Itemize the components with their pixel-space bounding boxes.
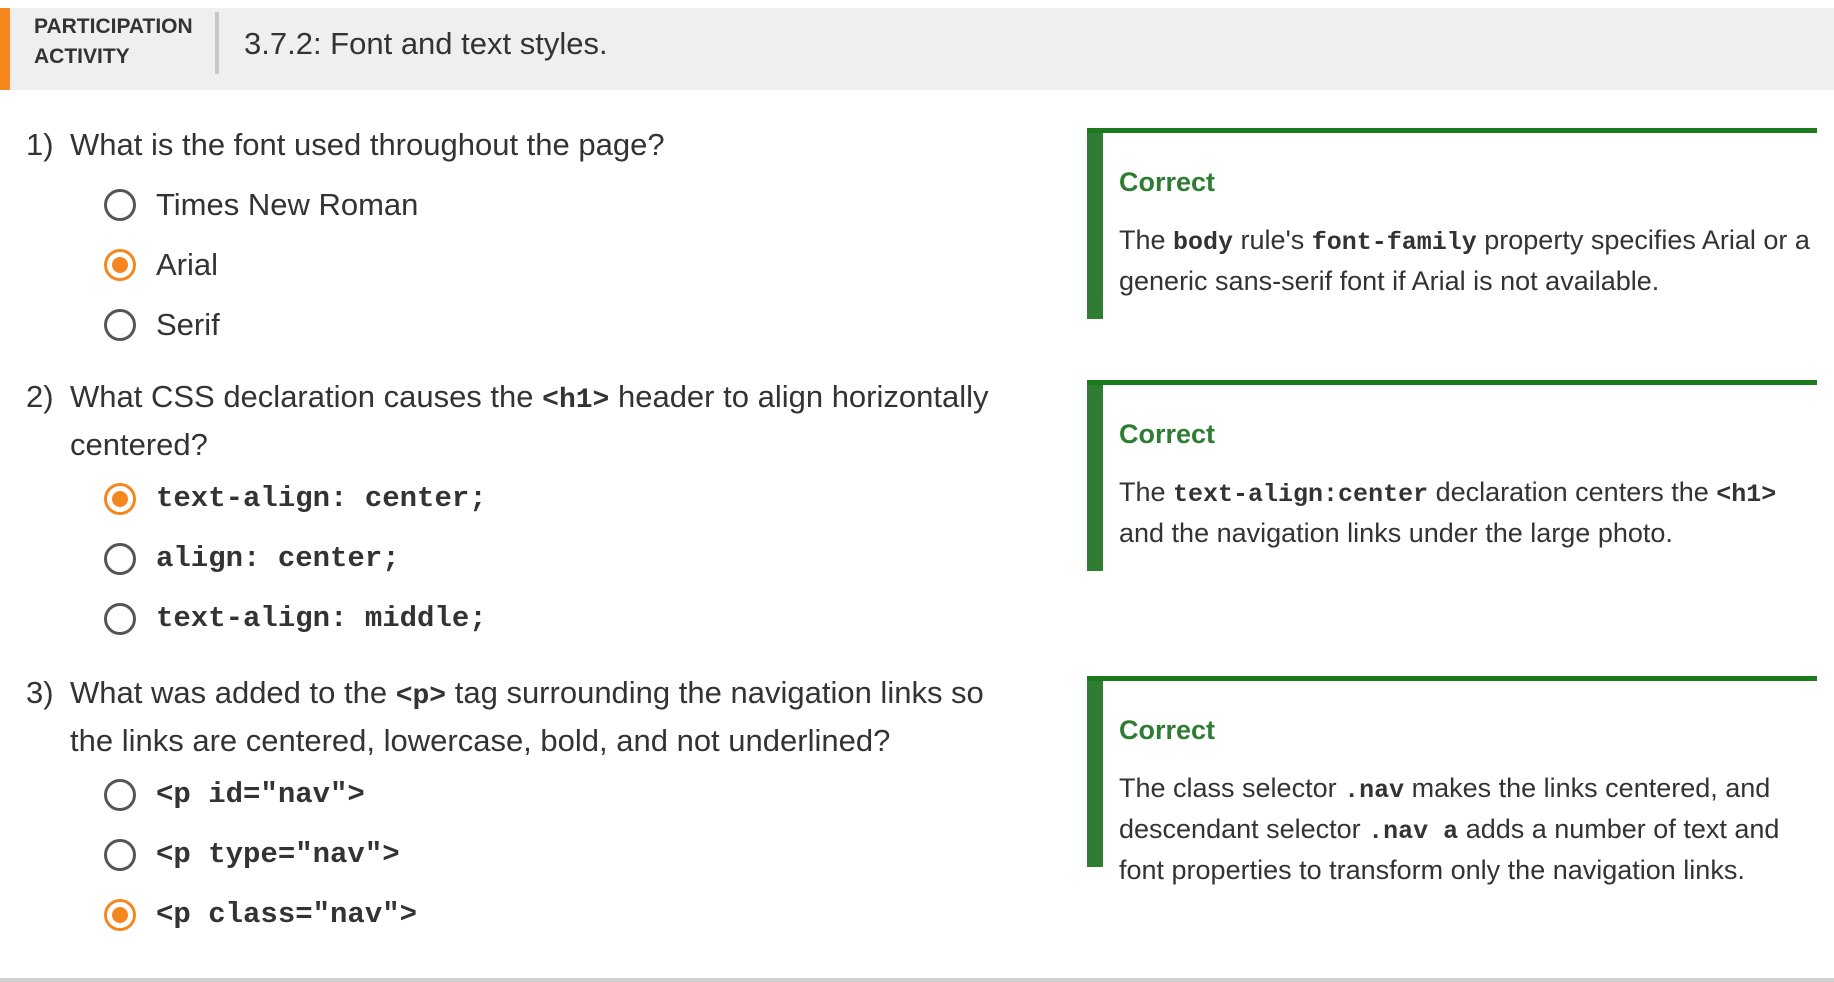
choice-label[interactable]: Times New Roman [156,183,418,227]
header-accent-bar [0,8,10,90]
feedback-panel: Correct The class selector .nav makes th… [1087,676,1817,885]
question-code: <p> [395,681,447,712]
feedback-correct-bar [1087,133,1103,319]
explanation-code: .nav [1344,776,1405,805]
explanation-code: <h1> [1716,480,1777,509]
feedback-correct-bar [1087,681,1103,867]
radio-button-selected-icon[interactable] [104,899,136,931]
question-code: <h1> [542,385,610,416]
explanation-text: The [1119,477,1174,507]
question-number: 1) [26,127,54,162]
question-text: What CSS declaration causes the <h1> hea… [70,375,1030,467]
choice-label[interactable]: Serif [156,303,220,347]
explanation-text: declaration centers the [1428,477,1717,507]
question-text-part: What CSS declaration causes the [70,379,543,414]
feedback-explanation: The text-align:center declaration center… [1119,473,1819,553]
choice-label[interactable]: <p type="nav"> [156,833,400,877]
feedback-verdict: Correct [1119,419,1216,449]
activity-title: 3.7.2: Font and text styles. [244,26,608,61]
choice-label[interactable]: align: center; [156,537,400,581]
choice-label[interactable]: text-align: middle; [156,597,487,641]
question-text: What was added to the <p> tag surroundin… [70,671,1030,763]
explanation-code: font-family [1311,228,1477,257]
question-text-part: What is the font used throughout the pag… [70,127,665,162]
radio-button-icon[interactable] [104,189,136,221]
explanation-text: and the navigation links under the large… [1119,518,1673,548]
question-text: What is the font used throughout the pag… [70,123,1030,167]
radio-button-icon[interactable] [104,543,136,575]
feedback-explanation: The class selector .nav makes the links … [1119,769,1819,890]
feedback-panel: Correct The body rule's font-family prop… [1087,128,1817,319]
radio-button-selected-icon[interactable] [104,249,136,281]
radio-button-icon[interactable] [104,603,136,635]
explanation-code: text-align:center [1173,480,1429,509]
explanation-text: The class selector [1119,773,1345,803]
choice-label[interactable]: text-align: center; [156,477,487,521]
explanation-code: body [1173,228,1234,257]
feedback-verdict: Correct [1119,167,1216,197]
radio-button-icon[interactable] [104,839,136,871]
activity-type-line2: ACTIVITY [34,45,130,68]
choice-label[interactable]: Arial [156,243,218,287]
explanation-text: rule's [1233,225,1312,255]
choice-label[interactable]: <p id="nav"> [156,773,365,817]
question-number: 3) [26,675,54,710]
participation-activity: PARTICIPATION ACTIVITY 3.7.2: Font and t… [0,8,1834,982]
radio-button-icon[interactable] [104,779,136,811]
explanation-text: The [1119,225,1174,255]
feedback-correct-bar [1087,385,1103,571]
radio-button-icon[interactable] [104,309,136,341]
activity-header: PARTICIPATION ACTIVITY 3.7.2: Font and t… [0,8,1834,90]
choice-label[interactable]: <p class="nav"> [156,893,417,937]
feedback-explanation: The body rule's font-family property spe… [1119,221,1819,301]
activity-type-label: PARTICIPATION ACTIVITY [34,12,214,72]
question-text-part: What was added to the [70,675,396,710]
activity-type-line1: PARTICIPATION [34,15,193,38]
radio-button-selected-icon[interactable] [104,483,136,515]
header-divider [215,12,219,74]
question-number: 2) [26,379,54,414]
feedback-verdict: Correct [1119,715,1216,745]
explanation-code: .nav a [1368,817,1459,846]
activity-bottom-border [0,978,1834,982]
feedback-panel: Correct The text-align:center declaratio… [1087,380,1817,571]
